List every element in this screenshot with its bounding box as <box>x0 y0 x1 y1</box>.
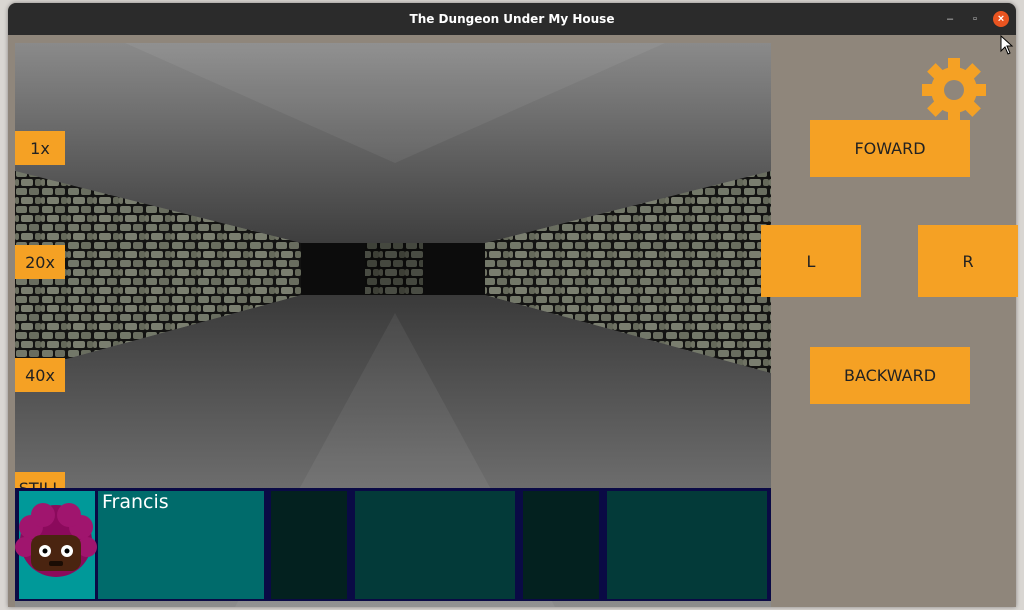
maximize-icon[interactable]: ▫ <box>967 11 983 27</box>
party-slot-active[interactable] <box>15 491 97 599</box>
window-title: The Dungeon Under My House <box>409 12 615 26</box>
minimize-icon[interactable]: – <box>942 11 958 27</box>
speed-still-button[interactable]: STILL <box>15 472 65 489</box>
party-member-name: Francis <box>102 491 169 513</box>
speed-40x-button[interactable]: 40x <box>15 358 65 392</box>
character-portrait-icon <box>15 503 97 577</box>
gear-icon[interactable] <box>920 56 988 124</box>
party-bar-empty[interactable] <box>355 491 515 599</box>
backward-button[interactable]: BACKWARD <box>810 347 970 404</box>
party-member-bar[interactable]: Francis <box>98 491 264 599</box>
party-slot-empty[interactable] <box>523 491 599 599</box>
party-bar: Francis <box>15 488 771 601</box>
speed-20x-button[interactable]: 20x <box>15 245 65 279</box>
mouse-cursor-icon <box>1000 35 1014 55</box>
party-bar-empty[interactable] <box>607 491 767 599</box>
turn-right-button[interactable]: R <box>918 225 1018 297</box>
forward-button[interactable]: FOWARD <box>810 120 970 177</box>
title-bar: The Dungeon Under My House – ▫ × <box>8 3 1016 35</box>
close-icon[interactable]: × <box>993 11 1009 27</box>
party-slot-empty[interactable] <box>271 491 347 599</box>
speed-1x-button[interactable]: 1x <box>15 131 65 165</box>
turn-left-button[interactable]: L <box>761 225 861 297</box>
